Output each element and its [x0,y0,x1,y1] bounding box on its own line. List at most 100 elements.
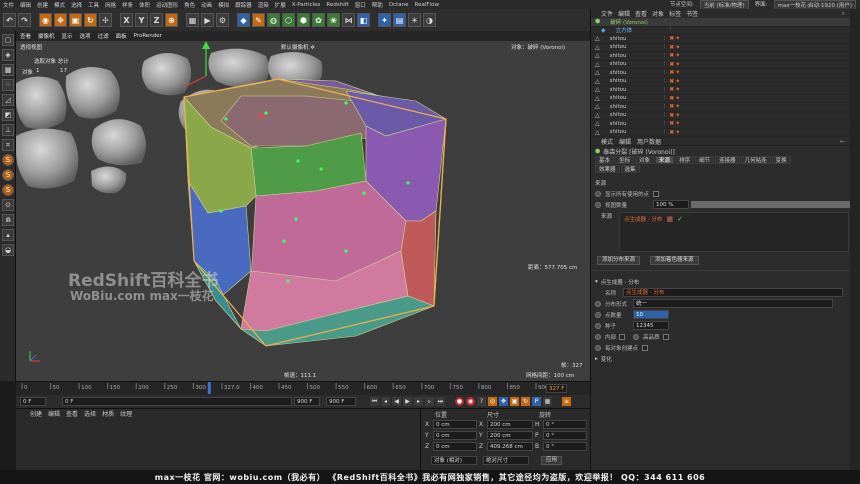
tag-icons[interactable]: ✖✦ [669,95,681,102]
object-name[interactable]: shitou [600,112,660,118]
hq-checkbox[interactable] [663,333,669,340]
object-name[interactable]: shitou [600,129,660,135]
object-row[interactable]: △ shitou ⁝ ✖✦ [591,35,851,44]
environment-icon[interactable]: ◑ [423,13,436,27]
snap-icon[interactable]: ⊙ [2,199,14,211]
coord-size-z[interactable]: 409.268 cm [487,442,533,451]
add-shader-source-button[interactable]: 添加着色器来源 [650,256,699,265]
record-icon[interactable]: ● [455,397,464,406]
camera-icon[interactable]: ◧ [357,13,370,27]
coord-size-x[interactable]: 200 cm [487,420,533,429]
viewport-amount-field[interactable]: 100 % [653,200,689,209]
visibility-dots-icon[interactable]: ⁝ [664,78,666,84]
coord-rot-b[interactable]: 0 ° [543,442,587,451]
key-pla-icon[interactable]: ▦ [543,397,552,406]
menu-extensions[interactable]: 扩展 [272,1,289,9]
fracture-icon[interactable]: ⬢ [297,13,310,27]
object-name[interactable]: shitou [600,78,660,84]
menu-tracker[interactable]: 跟踪器 [232,1,255,9]
viewport-perspective[interactable]: 透视视图 默认摄像机 ✲ 选取对象 总计 对象 1 17 对象：破碎 (Voro… [16,41,590,381]
mat-menu-material[interactable]: 材质 [102,409,114,418]
tab-object[interactable]: 对象 [635,156,655,164]
autokey-icon[interactable]: ◉ [466,397,475,406]
coord-pos-x[interactable]: 0 cm [433,420,477,429]
object-name[interactable]: shitou [600,121,660,127]
key-param-icon[interactable]: P [532,397,541,406]
visibility-dots-icon[interactable]: ⁝ [670,27,672,33]
redo-icon[interactable]: ↷ [18,13,31,27]
vp-menu-options[interactable]: 选项 [80,32,91,40]
visibility-dots-icon[interactable]: ⁝ [664,87,666,93]
attr-menu-mode[interactable]: 模式 [601,137,613,146]
add-distribution-source-button[interactable]: 添加分布来源 [597,256,641,265]
viewport-amount-radio[interactable] [595,201,601,208]
obj-menu-view[interactable]: 查看 [635,9,647,18]
obj-menu-file[interactable]: 文件 [601,9,613,18]
tab-connectors[interactable]: 连接器 [715,156,740,164]
visibility-dots-icon[interactable]: ⁝ [664,36,666,42]
visibility-dots-icon[interactable]: ⁝ [664,19,666,25]
tab-geometry-glue[interactable]: 几何粘连 [740,156,771,164]
recent-tool-icon[interactable]: ✢ [99,13,112,27]
key-move-icon[interactable]: ✥ [499,397,508,406]
next-key-icon[interactable]: ▹ [425,397,434,406]
source-item-name[interactable]: 点生成器 - 分布 [624,215,662,223]
menu-window[interactable]: 窗口 [352,1,369,9]
menu-tools[interactable]: 工具 [85,1,102,9]
seed-radio[interactable] [595,322,601,329]
tab-selections[interactable]: 选集 [620,165,640,173]
tag-icons[interactable]: ✖✦ [669,44,681,51]
visibility-dots-icon[interactable]: ⁝ [664,53,666,59]
edges-mode-icon[interactable]: ◿ [2,94,14,106]
mat-menu-view[interactable]: 查看 [66,409,78,418]
mat-menu-texture[interactable]: 纹理 [120,409,132,418]
scale-icon[interactable]: ▣ [69,13,82,27]
visibility-dots-icon[interactable]: ⁝ [664,121,666,127]
model-mode-icon[interactable]: ◈ [2,49,14,61]
viewport-amount-slider[interactable] [691,201,851,208]
object-row[interactable]: △ shitou ⁝ ✖✦ [591,52,851,61]
object-name[interactable]: shitou [600,104,660,110]
expand-arrow-icon[interactable]: ▸ [595,356,598,362]
texture-mode-icon[interactable]: ▩ [2,64,14,76]
object-name[interactable]: 立方体 [606,26,666,34]
dist-type-dropdown[interactable]: 统一 [633,299,833,308]
object-row[interactable]: △ shitou ⁝ ✖✦ [591,78,851,86]
tag-icons[interactable]: ✖✦ [669,35,681,42]
render-picture-viewer-icon[interactable]: ▶ [201,13,214,27]
deformer-icon[interactable]: ⋈ [342,13,355,27]
coord-mode-dropdown[interactable]: 对象 (相对) [431,455,477,465]
move-icon[interactable]: ✥ [54,13,67,27]
vp-menu-filter[interactable]: 过滤 [98,32,109,40]
keyframe-selection-icon[interactable]: ? [477,397,486,406]
per-object-checkbox[interactable] [642,344,649,351]
vp-menu-panel[interactable]: 面板 [116,32,127,40]
menu-spline[interactable]: 样条 [119,1,136,9]
enabled-check-icon[interactable]: ✓ [677,215,683,223]
vp-menu-cameras[interactable]: 摄像机 [38,32,55,40]
coordinate-system-icon[interactable]: ⊕ [165,13,178,27]
collapse-arrow-icon[interactable]: ▾ [595,279,598,285]
object-row[interactable]: △ shitou ⁝ ✖✦ [591,120,851,129]
object-name[interactable]: shitou [600,70,660,76]
undo-icon[interactable]: ↶ [3,13,16,27]
timeline-window-icon[interactable]: ≡ [562,397,571,406]
object-name[interactable]: shitou [600,87,660,93]
redshift-s-icon[interactable]: S [2,154,14,166]
inside-checkbox[interactable] [619,333,625,340]
vp-menu-prorender[interactable]: ProRender [134,33,162,39]
redshift-s3-icon[interactable]: S [2,184,14,196]
obj-menu-bookmarks[interactable]: 书签 [686,9,698,18]
tag-icons[interactable]: ✖✦ [669,69,681,76]
object-name[interactable]: shitou [600,53,660,59]
menu-help[interactable]: 帮助 [369,1,386,9]
axis-mode-icon[interactable]: ⊥ [2,124,14,136]
tag-icons[interactable]: ✖✦ [669,103,681,110]
cube-icon[interactable]: ◆ [237,13,250,27]
mat-menu-select[interactable]: 选择 [84,409,96,418]
key-position-icon[interactable]: ◎ [488,397,497,406]
side-scrollbar[interactable] [850,9,860,470]
visibility-dots-icon[interactable]: ⁝ [664,104,666,110]
prev-frame-icon[interactable]: ◀ [392,397,401,406]
name-field[interactable]: 点生成器 - 分布 [623,288,843,297]
